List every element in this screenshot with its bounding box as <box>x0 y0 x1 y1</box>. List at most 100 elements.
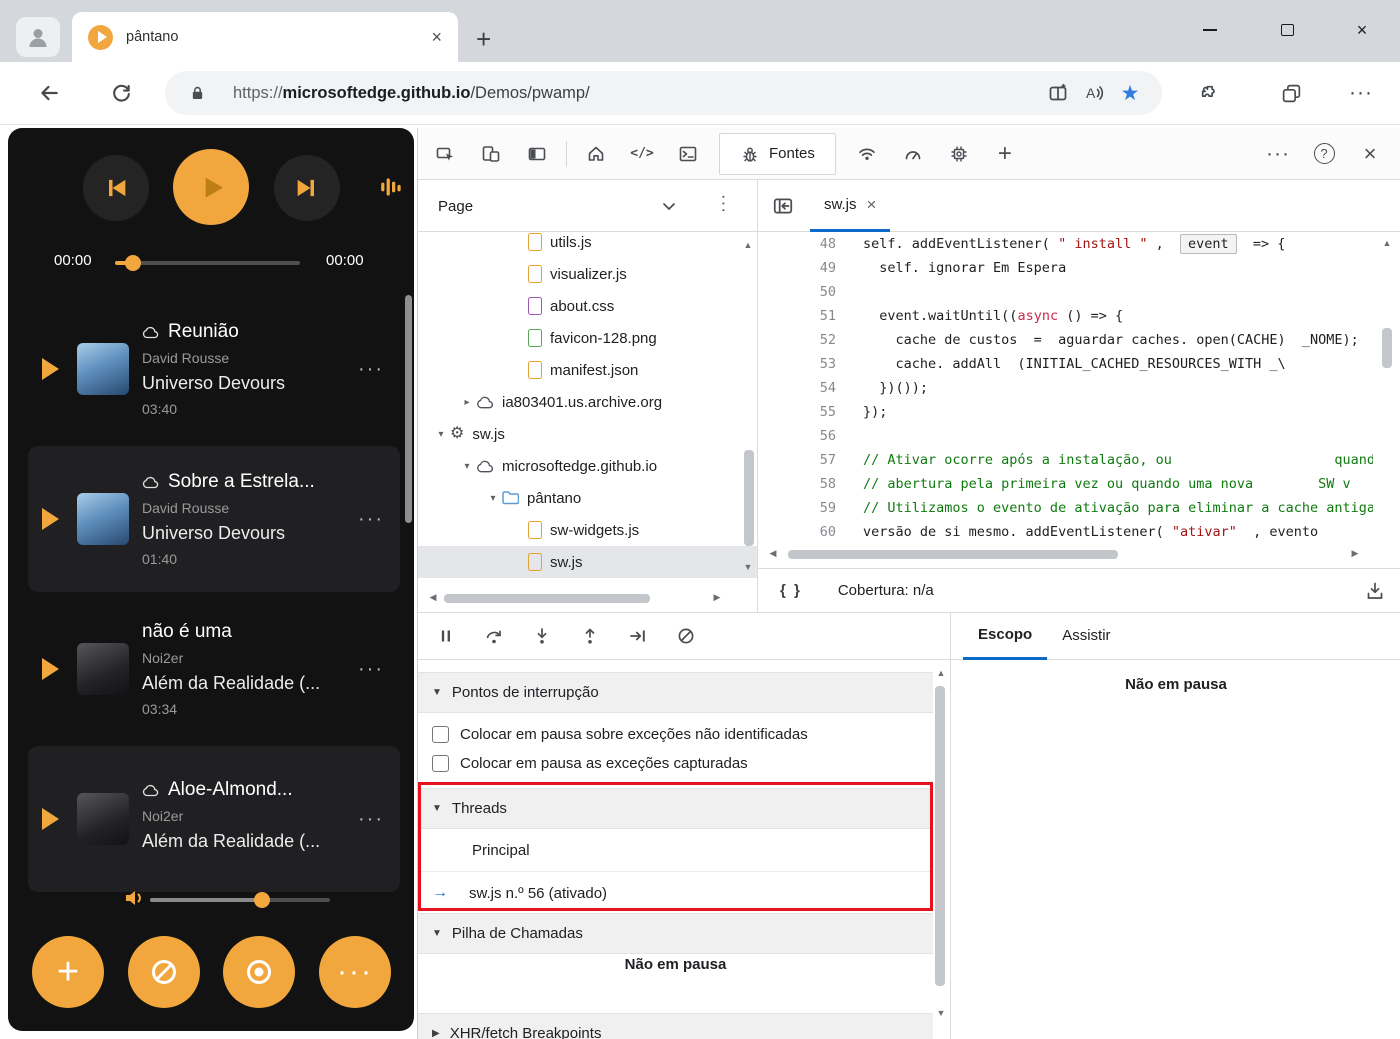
visualizer-icon[interactable] <box>380 174 404 200</box>
line-number[interactable]: 51 <box>758 304 836 328</box>
line-number[interactable]: 54 <box>758 376 836 400</box>
track-more-button[interactable]: ··· <box>358 808 384 831</box>
help-icon[interactable]: ? <box>1301 134 1347 174</box>
track-row[interactable]: Reunião David Rousse Universo Devours 03:40… <box>28 296 400 442</box>
file-tree-item[interactable]: sw.js <box>418 546 757 578</box>
pause-icon[interactable] <box>422 616 470 656</box>
code-line[interactable]: })()); <box>863 376 1373 400</box>
file-tree-item[interactable]: ▸ ia803401.us.archive.org <box>418 386 757 418</box>
code-line[interactable]: }); <box>863 400 1373 424</box>
editor-tab-swjs[interactable]: sw.js × <box>810 180 891 232</box>
previous-track-button[interactable] <box>83 155 149 221</box>
minimize-button[interactable] <box>1186 10 1234 50</box>
seek-knob[interactable] <box>125 255 141 271</box>
editor-code[interactable]: self. addEventListener( " install " , ev… <box>863 232 1373 544</box>
devtools-close-icon[interactable]: × <box>1347 134 1393 174</box>
code-line[interactable]: event.waitUntil((async () => { <box>863 304 1373 328</box>
lock-icon[interactable] <box>179 76 215 110</box>
checkbox[interactable] <box>432 726 449 743</box>
address-bar[interactable]: https://microsoftedge.github.io/Demos/pw… <box>165 71 1162 115</box>
xhr-breakpoints-section-header[interactable]: ▶ XHR/fetch Breakpoints <box>418 1013 933 1039</box>
code-line[interactable]: cache. addAll (INITIAL_CACHED_RESOURCES_… <box>863 352 1373 376</box>
read-aloud-icon[interactable]: A <box>1076 76 1112 110</box>
collections-icon[interactable] <box>1272 76 1310 110</box>
track-row[interactable]: Sobre a Estrela... David Rousse Universo D… <box>28 446 400 592</box>
tree-vscrollbar[interactable] <box>744 450 754 546</box>
clear-playlist-button[interactable] <box>128 936 200 1008</box>
pause-uncaught-option[interactable]: Colocar em pausa sobre exceções não iden… <box>418 720 933 749</box>
step-over-icon[interactable] <box>470 616 518 656</box>
call-stack-section-header[interactable]: ▼ Pilha de Chamadas <box>418 913 933 954</box>
debugger-vscrollbar[interactable] <box>935 686 945 986</box>
playlist-scrollbar[interactable] <box>405 295 412 523</box>
console-icon[interactable] <box>665 134 711 174</box>
network-conditions-icon[interactable] <box>844 134 890 174</box>
line-number[interactable]: 50 <box>758 280 836 304</box>
download-icon[interactable] <box>1365 581 1385 601</box>
track-more-button[interactable]: ··· <box>358 358 384 381</box>
chevron-right-icon[interactable]: ▸ <box>458 397 476 408</box>
code-line[interactable]: // abertura pela primeira vez ou quando … <box>863 472 1373 496</box>
line-number[interactable]: 57 <box>758 448 836 472</box>
step-icon[interactable] <box>614 616 662 656</box>
profile-avatar[interactable] <box>16 17 60 57</box>
code-line[interactable]: self. addEventListener( " install " , ev… <box>863 232 1373 256</box>
scroll-down-icon[interactable]: ▼ <box>741 562 755 572</box>
line-number[interactable]: 52 <box>758 328 836 352</box>
volume-knob[interactable] <box>254 892 270 908</box>
file-tree-item[interactable]: sw-widgets.js <box>418 514 757 546</box>
chevron-down-icon[interactable]: ▾ <box>432 429 450 440</box>
next-track-button[interactable] <box>274 155 340 221</box>
performance-icon[interactable] <box>890 134 936 174</box>
thread-item[interactable]: → sw.js n.º 56 (ativado) <box>418 872 933 915</box>
settings-more-icon[interactable]: ··· <box>1342 76 1380 110</box>
chevron-down-icon[interactable]: ▾ <box>458 461 476 472</box>
home-icon[interactable] <box>573 134 619 174</box>
code-line[interactable]: // Ativar ocorre após a instalação, ou q… <box>863 448 1373 472</box>
split-screen-icon[interactable] <box>1040 76 1076 110</box>
chevron-down-icon[interactable]: ▾ <box>484 493 502 504</box>
scroll-right-icon[interactable]: ▶ <box>710 592 724 603</box>
scroll-left-icon[interactable]: ◀ <box>426 592 440 603</box>
tree-hscrollbar[interactable] <box>444 594 650 603</box>
line-number[interactable]: 58 <box>758 472 836 496</box>
file-tree-item[interactable]: ▾ microsoftedge.github.io <box>418 450 757 482</box>
volume-slider[interactable] <box>150 892 330 908</box>
device-emulation-icon[interactable] <box>468 134 514 174</box>
favorite-star-icon[interactable]: ★ <box>1112 76 1148 110</box>
code-line[interactable] <box>863 280 1373 304</box>
tab-close-icon[interactable]: × <box>431 28 442 46</box>
file-tree-item[interactable]: about.css <box>418 290 757 322</box>
collapse-navigator-icon[interactable] <box>772 195 794 217</box>
track-row[interactable]: não é uma Noi2er Além da Realidade (... 03:… <box>28 596 400 742</box>
refresh-button[interactable] <box>102 76 140 110</box>
window-close-button[interactable]: × <box>1338 10 1386 50</box>
play-button[interactable] <box>173 149 249 225</box>
track-more-button[interactable]: ··· <box>358 658 384 681</box>
step-out-icon[interactable] <box>566 616 614 656</box>
dock-icon[interactable] <box>514 134 560 174</box>
chevron-down-icon[interactable] <box>662 196 676 216</box>
scroll-down-icon[interactable]: ▼ <box>934 1008 948 1018</box>
elements-icon[interactable]: </> <box>619 134 665 174</box>
line-number[interactable]: 55 <box>758 400 836 424</box>
cpu-icon[interactable] <box>936 134 982 174</box>
track-play-button[interactable] <box>42 358 59 380</box>
inspect-icon[interactable] <box>422 134 468 174</box>
scroll-up-icon[interactable]: ▲ <box>934 668 948 678</box>
editor-vscrollbar[interactable] <box>1382 328 1392 368</box>
browser-tab[interactable]: pântano × <box>72 12 458 62</box>
line-number[interactable]: 49 <box>758 256 836 280</box>
step-into-icon[interactable] <box>518 616 566 656</box>
editor-hscrollbar[interactable] <box>788 550 1118 559</box>
seek-slider[interactable] <box>115 255 300 271</box>
track-row[interactable]: Aloe-Almond... Noi2er Além da Realidade (.… <box>28 746 400 892</box>
volume-icon[interactable] <box>124 888 146 908</box>
file-tree-item[interactable]: favicon-128.png <box>418 322 757 354</box>
tab-sources[interactable]: Fontes <box>719 132 836 175</box>
code-line[interactable]: versão de si mesmo. addEventListener( "a… <box>863 520 1373 544</box>
scroll-right-icon[interactable]: ▶ <box>1348 548 1362 559</box>
editor-tab-close-icon[interactable]: × <box>867 195 877 215</box>
checkbox[interactable] <box>432 755 449 772</box>
code-line[interactable]: // Utilizamos o evento de ativação para … <box>863 496 1373 520</box>
